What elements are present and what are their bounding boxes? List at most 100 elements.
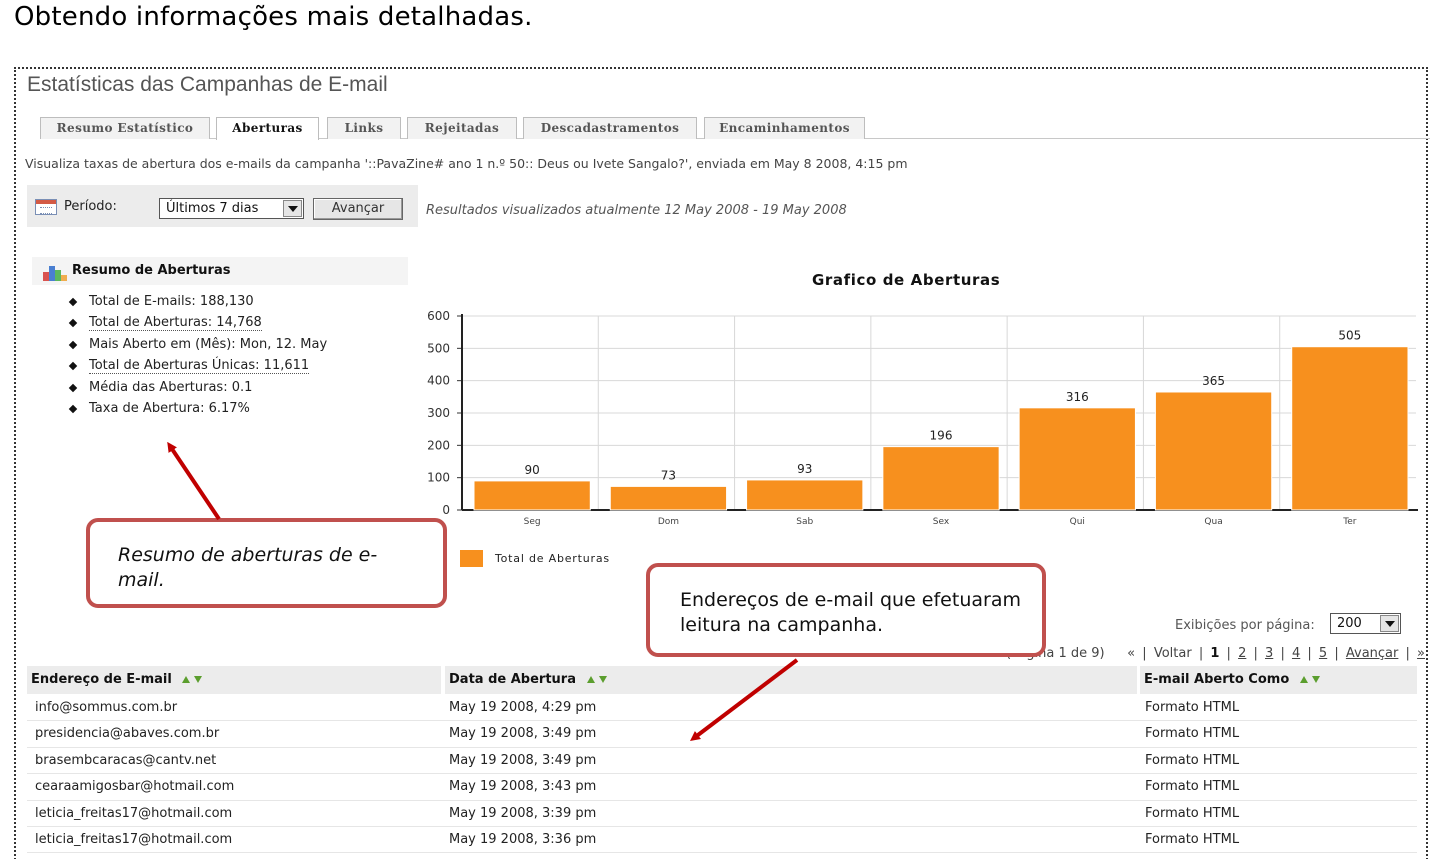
summary-header: Resumo de Aberturas [32,257,408,285]
campaign-stats-window: Estatísticas das Campanhas de E-mail Res… [14,67,1430,859]
table-callout-text: Endereços de e-mail que efetuaram leitur… [680,589,1021,636]
cell-email: presidencia@abaves.com.br [35,726,220,742]
summary-item-total-opens[interactable]: Total de Aberturas: 14,768 [68,312,327,333]
cell-open-date: May 19 2008, 3:49 pm [449,752,597,768]
column-email-label: Endereço de E-mail [31,672,172,687]
cell-open-date: May 19 2008, 3:36 pm [449,832,597,847]
table-callout: Endereços de e-mail que efetuaram leitur… [646,563,1046,657]
bar [1291,346,1409,511]
per-page-label: Exibições por página: [1175,618,1315,633]
app-title: Estatísticas das Campanhas de E-mail [27,73,388,96]
pagination-page-2[interactable]: 2 [1238,646,1246,661]
tab-resumo-estatistico[interactable]: Resumo Estatístico [40,117,210,139]
bar [1018,407,1136,511]
period-select-value: Últimos 7 dias [166,201,259,216]
bar [609,485,728,511]
table-row: leticia_freitas17@hotmail.com May 19 200… [27,827,1417,854]
pagination-last[interactable]: » [1417,646,1425,661]
column-opened-as[interactable]: E-mail Aberto Como [1140,666,1417,694]
summary-item-open-rate: Taxa de Abertura: 6.17% [68,398,327,419]
tab-links[interactable]: Links [327,117,401,139]
document-heading: Obtendo informações mais detalhadas. [14,2,533,32]
pagination: (Página 1 de 9) « | Voltar | 1 | 2 | 3 |… [1006,646,1426,661]
cell-email: info@sommus.com.br [35,700,178,715]
x-tick-label: Dom [658,517,679,527]
column-email[interactable]: Endereço de E-mail [27,666,441,694]
cell-opened-as: Formato HTML [1145,752,1240,768]
pagination-page-5[interactable]: 5 [1319,646,1327,661]
tab-descadastramentos[interactable]: Descadastramentos [523,117,697,139]
table-row: info@sommus.com.br May 19 2008, 4:29 pm … [27,695,1417,722]
y-tick-label: 0 [442,503,450,517]
pagination-back[interactable]: Voltar [1154,646,1192,661]
summary-item-unique-opens[interactable]: Total de Aberturas Únicas: 11,611 [68,355,327,376]
period-filter: Período: Últimos 7 dias Avançar [27,185,418,227]
advance-button[interactable]: Avançar [313,198,403,220]
sort-desc-icon[interactable] [194,676,203,683]
sort-asc-icon[interactable] [586,676,595,683]
chart-title: Grafico de Aberturas [812,271,1001,289]
results-range: Resultados visualizados atualmente 12 Ma… [426,203,847,218]
pagination-page-4[interactable]: 4 [1292,646,1300,661]
sort-asc-icon[interactable] [182,676,191,683]
period-select[interactable]: Últimos 7 dias [159,198,304,219]
bar-value-label: 196 [930,429,953,443]
sort-desc-icon[interactable] [1311,676,1320,683]
per-page-select[interactable]: 200 [1330,613,1401,634]
legend-label: Total de Aberturas [495,552,610,565]
opens-bar-chart: 0 100 200 300 400 500 600 90 Seg 73 Dom 93 Sab 196 Sex… [427,309,1418,527]
chevron-down-icon[interactable] [1380,615,1399,632]
calendar-icon [35,199,57,215]
bar-value-label: 316 [1066,390,1089,404]
x-tick-label: Sex [933,517,950,527]
bar [882,446,1000,511]
sort-asc-icon[interactable] [1299,676,1308,683]
cell-opened-as: Formato HTML [1145,805,1240,821]
campaign-description: Visualiza taxas de abertura dos e-mails … [25,156,908,171]
bar-value-label: 505 [1338,329,1361,343]
cell-open-date: May 19 2008, 3:43 pm [449,779,597,795]
sort-desc-icon[interactable] [598,676,607,683]
tab-rejeitadas[interactable]: Rejeitadas [407,117,517,139]
tab-encaminhamentos[interactable]: Encaminhamentos [704,117,865,139]
column-open-date-label: Data de Abertura [449,672,576,687]
bar-value-label: 93 [797,462,812,476]
legend-swatch [460,550,483,567]
y-tick-label: 600 [427,309,450,323]
pagination-page-3[interactable]: 3 [1265,646,1273,661]
per-page-value: 200 [1337,616,1362,631]
column-open-date[interactable]: Data de Abertura [445,666,1137,694]
cell-opened-as: Formato HTML [1145,779,1240,795]
period-label: Período: [64,199,117,214]
cell-email: cearaamigosbar@hotmail.com [35,779,235,795]
tab-aberturas[interactable]: Aberturas [216,117,319,140]
pagination-next[interactable]: Avançar [1346,646,1399,661]
cell-email: leticia_freitas17@hotmail.com [35,832,233,847]
y-tick-label: 100 [427,471,450,485]
table-row: presidencia@abaves.com.br May 19 2008, 3… [27,721,1417,748]
summary-item-total-emails: Total de E-mails: 188,130 [68,291,327,312]
table-header: Endereço de E-mail Data de Abertura E-ma… [27,666,1417,694]
x-tick-label: Qua [1204,517,1222,527]
y-tick-label: 300 [427,406,450,420]
bar-chart-icon [43,265,67,281]
x-tick-label: Seg [524,517,541,527]
table-row: brasembcaracas@cantv.net May 19 2008, 3:… [27,748,1417,775]
cell-open-date: May 19 2008, 3:39 pm [449,805,597,821]
y-tick-label: 200 [427,438,450,452]
table-row: leticia_freitas17@hotmail.com May 19 200… [27,801,1417,827]
bar-value-label: 73 [661,468,676,482]
bar [1154,391,1273,511]
cell-opened-as: Formato HTML [1145,832,1240,847]
x-tick-label: Sab [796,517,813,527]
pagination-first[interactable]: « [1127,646,1135,661]
table-row: cearaamigosbar@hotmail.com May 19 2008, … [27,774,1417,801]
bar [746,479,864,511]
x-tick-label: Qui [1070,517,1085,527]
cell-opened-as: Formato HTML [1145,726,1240,742]
cell-email: brasembcaracas@cantv.net [35,752,217,768]
chevron-down-icon[interactable] [283,200,302,217]
cell-email: leticia_freitas17@hotmail.com [35,805,233,821]
summary-item-most-opened: Mais Aberto em (Mês): Mon, 12. May [68,334,327,355]
summary-callout-text: Resumo de aberturas de e-mail. [118,544,378,591]
